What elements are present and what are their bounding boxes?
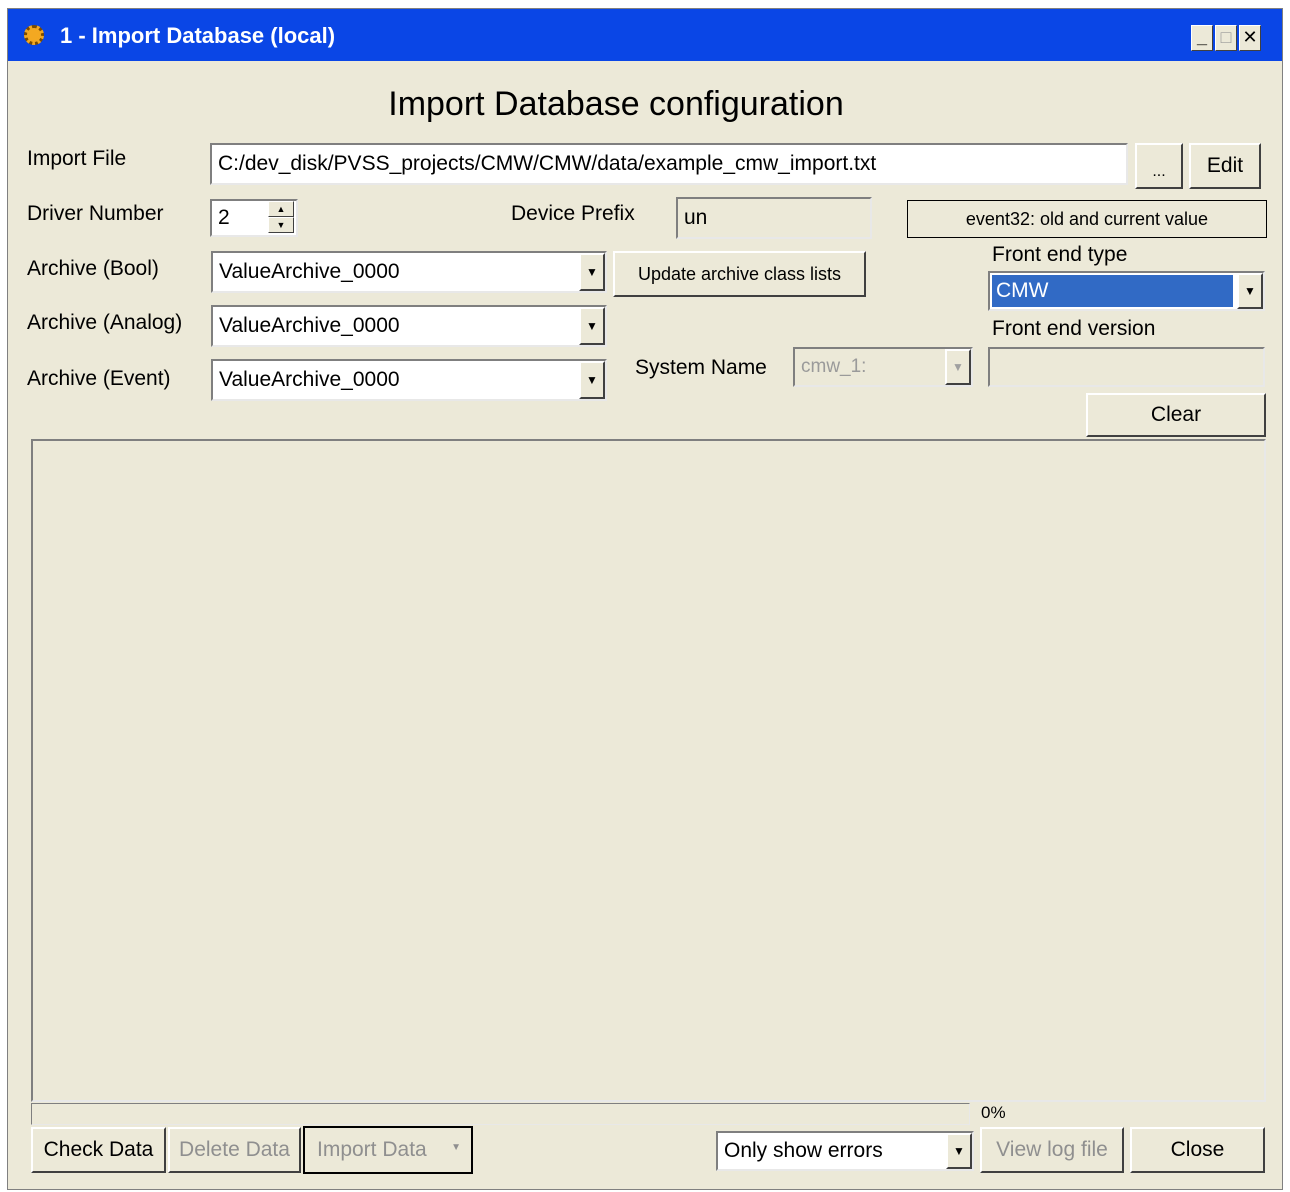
edit-file-button[interactable]: Edit — [1189, 143, 1261, 189]
front-end-version-label: Front end version — [992, 317, 1156, 340]
import-file-label: Import File — [27, 147, 127, 170]
view-log-file-button[interactable]: View log file — [980, 1127, 1124, 1173]
chevron-down-icon[interactable]: ▼ — [579, 253, 605, 291]
progress-percent: 0% — [981, 1103, 1006, 1122]
system-name-label: System Name — [635, 356, 767, 379]
chevron-down-icon[interactable]: ▼ — [1237, 273, 1263, 309]
archive-bool-select[interactable]: ValueArchive_0000 ▼ — [211, 251, 607, 293]
gear-app-icon — [24, 25, 44, 45]
system-name-select[interactable]: cmw_1: ▼ — [793, 347, 973, 387]
close-button[interactable]: Close — [1130, 1127, 1265, 1173]
device-prefix-label: Device Prefix — [511, 202, 635, 225]
archive-event-select[interactable]: ValueArchive_0000 ▼ — [211, 359, 607, 401]
chevron-down-icon[interactable]: ▼ — [945, 349, 971, 385]
browse-file-button[interactable]: ... — [1135, 143, 1183, 189]
spin-down-button[interactable]: ▼ — [268, 217, 294, 233]
dropdown-arrow-icon: ▼ — [451, 1142, 461, 1153]
chevron-down-icon[interactable]: ▼ — [946, 1133, 972, 1169]
title-bar[interactable]: 1 - Import Database (local) _ □ ✕ — [8, 9, 1282, 61]
close-window-button[interactable]: ✕ — [1239, 25, 1261, 51]
progress-bar — [31, 1103, 970, 1125]
archive-analog-label: Archive (Analog) — [27, 311, 183, 334]
page-heading: Import Database configuration — [388, 85, 844, 123]
device-prefix-field[interactable]: un — [676, 197, 872, 239]
chevron-down-icon[interactable]: ▼ — [579, 361, 605, 399]
front-end-version-field[interactable] — [988, 347, 1265, 387]
front-end-type-select[interactable]: CMW ▼ — [988, 271, 1265, 311]
driver-number-spinbox[interactable]: 2 ▲ ▼ — [210, 199, 298, 237]
output-log-area[interactable] — [31, 439, 1266, 1102]
import-file-input[interactable]: C:/dev_disk/PVSS_projects/CMW/CMW/data/e… — [210, 143, 1128, 185]
log-filter-select[interactable]: Only show errors ▼ — [716, 1131, 974, 1171]
window-title: 1 - Import Database (local) — [60, 23, 336, 48]
chevron-down-icon[interactable]: ▼ — [579, 307, 605, 345]
update-archive-class-lists-button[interactable]: Update archive class lists — [613, 251, 866, 297]
archive-bool-label: Archive (Bool) — [27, 257, 159, 280]
import-data-button[interactable]: Import Data ▼ — [303, 1126, 473, 1174]
clear-button[interactable]: Clear — [1086, 393, 1266, 437]
front-end-type-label: Front end type — [992, 243, 1128, 266]
import-database-window: 1 - Import Database (local) _ □ ✕ Import… — [7, 8, 1283, 1190]
delete-data-button[interactable]: Delete Data — [168, 1127, 301, 1173]
import-data-label: Import Data — [317, 1138, 427, 1161]
archive-analog-select[interactable]: ValueArchive_0000 ▼ — [211, 305, 607, 347]
maximize-button[interactable]: □ — [1215, 25, 1237, 51]
event-mode-display: event32: old and current value — [907, 200, 1267, 238]
minimize-button[interactable]: _ — [1191, 25, 1213, 51]
check-data-button[interactable]: Check Data — [31, 1127, 166, 1173]
driver-number-label: Driver Number — [27, 202, 164, 225]
spin-up-button[interactable]: ▲ — [268, 201, 294, 217]
archive-event-label: Archive (Event) — [27, 367, 171, 390]
